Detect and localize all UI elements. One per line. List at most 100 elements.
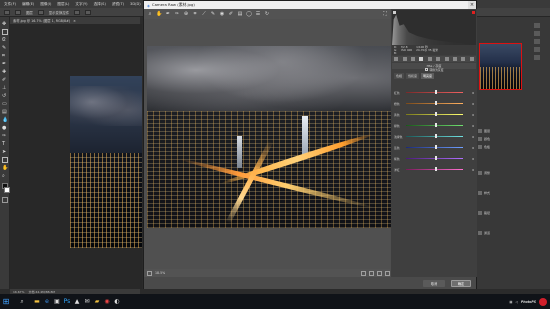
slider-track[interactable]: [406, 145, 463, 150]
slider-track[interactable]: [406, 90, 463, 95]
slider-row[interactable]: 紫色 0: [394, 155, 474, 162]
basic-tab-icon[interactable]: [394, 57, 399, 61]
ps-panel-row[interactable]: 样式: [478, 190, 548, 196]
show-transform-checkbox[interactable]: [37, 9, 44, 15]
ps-panel-row[interactable]: 图层: [478, 128, 548, 134]
red-eye-icon[interactable]: ◉: [219, 11, 225, 17]
close-icon[interactable]: ×: [468, 1, 476, 9]
photos-icon[interactable]: ▲: [72, 294, 82, 309]
type-icon[interactable]: T: [2, 141, 8, 147]
adjustment-brush-icon[interactable]: ✐: [228, 11, 234, 17]
slider-value[interactable]: 0: [465, 135, 474, 139]
slider-row[interactable]: 橙色 0: [394, 100, 474, 107]
slider-handle[interactable]: [434, 167, 437, 172]
ps-panel-row[interactable]: 色板: [478, 144, 548, 150]
gradient-icon[interactable]: ▤: [2, 109, 8, 115]
crop-icon[interactable]: ⌗: [2, 53, 8, 59]
menu-type[interactable]: 文字(Y): [75, 2, 87, 7]
fullscreen-icon[interactable]: ⛶: [382, 11, 388, 17]
shadow-clipping-icon[interactable]: [393, 11, 396, 14]
marquee-icon[interactable]: [2, 29, 8, 35]
slider-track[interactable]: [406, 112, 463, 117]
hand-icon[interactable]: ✋: [2, 165, 8, 171]
ps-panel-row[interactable]: 路径: [478, 210, 548, 216]
ps-panel-row[interactable]: 调整: [478, 170, 548, 176]
slider-value[interactable]: 0: [465, 113, 474, 117]
slider-row[interactable]: 浅绿色 0: [394, 133, 474, 140]
slider-value[interactable]: 0: [465, 146, 474, 150]
grayscale-checkbox[interactable]: [424, 68, 428, 71]
highlight-clipping-icon[interactable]: [472, 11, 475, 14]
properties-icon[interactable]: [534, 31, 540, 36]
hsl-tab-icon[interactable]: [419, 57, 424, 61]
quick-mask-icon[interactable]: [2, 197, 8, 203]
straighten-icon[interactable]: ⟋: [201, 11, 207, 17]
slider-handle[interactable]: [434, 123, 437, 128]
copy-settings-button[interactable]: [377, 270, 382, 276]
presets-tab-icon[interactable]: [461, 57, 466, 61]
character-icon[interactable]: [534, 55, 540, 60]
search-icon[interactable]: ⌕: [12, 294, 32, 309]
history-brush-icon[interactable]: ↺: [2, 93, 8, 99]
slider-track[interactable]: [406, 101, 463, 106]
store-icon[interactable]: ▣: [52, 294, 62, 309]
split-toning-tab-icon[interactable]: [427, 57, 432, 61]
tone-curve-tab-icon[interactable]: [402, 57, 407, 61]
slider-track[interactable]: [406, 156, 463, 161]
ok-button[interactable]: 确定: [451, 280, 471, 287]
slider-handle[interactable]: [434, 145, 437, 150]
slider-row[interactable]: 绿色 0: [394, 122, 474, 129]
rotate-icon[interactable]: ↻: [264, 11, 270, 17]
cancel-button[interactable]: 取消: [423, 280, 445, 287]
slider-handle[interactable]: [434, 112, 437, 117]
align-icon[interactable]: [74, 9, 81, 15]
slider-value[interactable]: 0: [465, 157, 474, 161]
calibration-tab-icon[interactable]: [452, 57, 457, 61]
lens-tab-icon[interactable]: [436, 57, 441, 61]
pen-icon[interactable]: ✑: [2, 133, 8, 139]
menu-image[interactable]: 图像(I): [40, 2, 51, 7]
slider-row[interactable]: 红色 0: [394, 89, 474, 96]
folder-icon[interactable]: ▰: [92, 294, 102, 309]
detail-tab-icon[interactable]: [410, 57, 415, 61]
swap-settings-button[interactable]: [369, 270, 374, 276]
lasso-icon[interactable]: ᘓ: [2, 37, 8, 43]
move-icon[interactable]: ✥: [2, 21, 8, 27]
hue-tab[interactable]: 色相: [394, 72, 405, 79]
quick-select-icon[interactable]: ✎: [2, 45, 8, 51]
volume-icon[interactable]: ◁: [515, 300, 517, 304]
blur-icon[interactable]: 💧: [2, 117, 8, 123]
ps-panel-row[interactable]: 通道: [478, 230, 548, 236]
slider-row[interactable]: 黄色 0: [394, 111, 474, 118]
close-tab-icon[interactable]: ×: [73, 19, 76, 23]
zoom-out-button[interactable]: [147, 270, 152, 276]
crop-icon[interactable]: ⌗: [192, 11, 198, 17]
color-sampler-icon[interactable]: ✑: [174, 11, 180, 17]
brush-settings-icon[interactable]: [534, 47, 540, 52]
slider-value[interactable]: 0: [465, 102, 474, 106]
luminance-tab[interactable]: 明亮度: [421, 72, 435, 79]
effects-tab-icon[interactable]: [444, 57, 449, 61]
before-after-toggle[interactable]: [361, 270, 366, 276]
qq-icon[interactable]: ◐: [112, 294, 122, 309]
slider-row[interactable]: 洋红 0: [394, 166, 474, 173]
menu-edit[interactable]: 编辑(E): [22, 2, 34, 7]
chrome-icon[interactable]: ◉: [102, 294, 112, 309]
slider-row[interactable]: 蓝色 0: [394, 144, 474, 151]
distribute-icon[interactable]: [85, 9, 92, 15]
preferences-icon[interactable]: ☰: [255, 11, 261, 17]
slider-value[interactable]: 0: [465, 124, 474, 128]
stamp-icon[interactable]: ⊥: [2, 85, 8, 91]
menu-select[interactable]: 选择(S): [94, 2, 106, 7]
preview-toggle[interactable]: [385, 270, 390, 276]
healing-icon[interactable]: ✚: [2, 69, 8, 75]
ps-panel-row[interactable]: 颜色: [478, 136, 548, 142]
snapshots-tab-icon[interactable]: [469, 57, 474, 61]
file-explorer-icon[interactable]: ▬: [32, 294, 42, 309]
windows-icon[interactable]: ⊞: [0, 294, 12, 309]
white-balance-icon[interactable]: ✒: [165, 11, 171, 17]
slider-value[interactable]: 0: [465, 168, 474, 172]
zoom-icon[interactable]: ⌕: [2, 173, 8, 179]
slider-handle[interactable]: [434, 101, 437, 106]
target-adjust-icon[interactable]: ⊕: [183, 11, 189, 17]
